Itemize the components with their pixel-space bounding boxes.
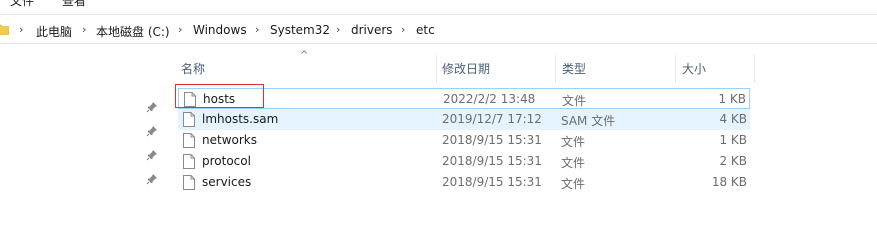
column-header-name[interactable]: 名称 — [181, 60, 205, 77]
file-size: 1 KB — [718, 92, 746, 106]
pin-icon[interactable] — [146, 125, 158, 137]
chevron-right-icon[interactable]: › — [401, 23, 405, 36]
chevron-right-icon[interactable]: › — [178, 23, 182, 36]
breadcrumb-etc[interactable]: etc — [416, 23, 435, 37]
file-name: protocol — [202, 154, 251, 168]
breadcrumb-drivers[interactable]: drivers — [351, 23, 393, 37]
column-divider[interactable] — [675, 55, 676, 83]
file-size: 2 KB — [719, 154, 747, 168]
pin-icon[interactable] — [146, 173, 158, 185]
file-name: lmhosts.sam — [202, 112, 279, 126]
file-date: 2018/9/15 15:31 — [442, 133, 542, 147]
breadcrumb-windows[interactable]: Windows — [193, 23, 247, 37]
file-size: 4 KB — [719, 112, 747, 126]
file-row-lmhosts[interactable]: lmhosts.sam 2019/12/7 17:12 SAM 文件 4 KB — [178, 109, 750, 130]
file-date: 2018/9/15 15:31 — [442, 175, 542, 189]
sort-ascending-icon: ^ — [300, 50, 309, 61]
file-name: networks — [202, 133, 257, 147]
file-type: 文件 — [561, 135, 586, 149]
breadcrumb-system32[interactable]: System32 — [270, 23, 330, 37]
file-type: 文件 — [561, 177, 586, 191]
file-date: 2022/2/2 13:48 — [443, 92, 536, 106]
breadcrumb-local-disk[interactable]: 本地磁盘 (C:) — [96, 23, 170, 40]
file-icon — [183, 175, 195, 190]
column-header-size[interactable]: 大小 — [682, 60, 706, 77]
column-divider[interactable] — [436, 55, 437, 83]
highlight-box — [175, 84, 264, 108]
column-divider[interactable] — [555, 55, 556, 83]
file-size: 18 KB — [711, 175, 747, 189]
file-row-services[interactable]: services 2018/9/15 15:31 文件 18 KB — [178, 172, 750, 193]
file-date: 2019/12/7 17:12 — [442, 112, 542, 126]
file-icon — [183, 112, 195, 127]
column-header-type[interactable]: 类型 — [562, 60, 586, 77]
chevron-right-icon[interactable]: › — [19, 23, 23, 36]
file-name: services — [202, 175, 252, 189]
column-divider[interactable] — [754, 55, 755, 83]
folder-icon — [0, 24, 9, 35]
file-row-networks[interactable]: networks 2018/9/15 15:31 文件 1 KB — [178, 130, 750, 151]
pin-icon[interactable] — [146, 101, 158, 113]
chevron-right-icon[interactable]: › — [82, 23, 86, 36]
file-type: SAM 文件 — [561, 114, 616, 128]
menu-bar: 文件 查看 — [0, 0, 877, 14]
address-bar[interactable]: › 此电脑 › 本地磁盘 (C:) › Windows › System32 ›… — [0, 14, 877, 44]
file-date: 2018/9/15 15:31 — [442, 154, 542, 168]
pin-icon[interactable] — [146, 149, 158, 161]
chevron-right-icon[interactable]: › — [255, 23, 259, 36]
file-row-protocol[interactable]: protocol 2018/9/15 15:31 文件 2 KB — [178, 151, 750, 172]
column-header-date[interactable]: 修改日期 — [442, 60, 490, 77]
breadcrumb-this-pc[interactable]: 此电脑 — [36, 23, 72, 40]
file-size: 1 KB — [719, 133, 747, 147]
menu-file[interactable]: 文件 — [10, 0, 34, 9]
file-type: 文件 — [562, 94, 587, 108]
chevron-right-icon[interactable]: › — [336, 23, 340, 36]
file-icon — [183, 154, 195, 169]
file-type: 文件 — [561, 156, 586, 170]
menu-view[interactable]: 查看 — [62, 0, 86, 9]
file-icon — [183, 133, 195, 148]
